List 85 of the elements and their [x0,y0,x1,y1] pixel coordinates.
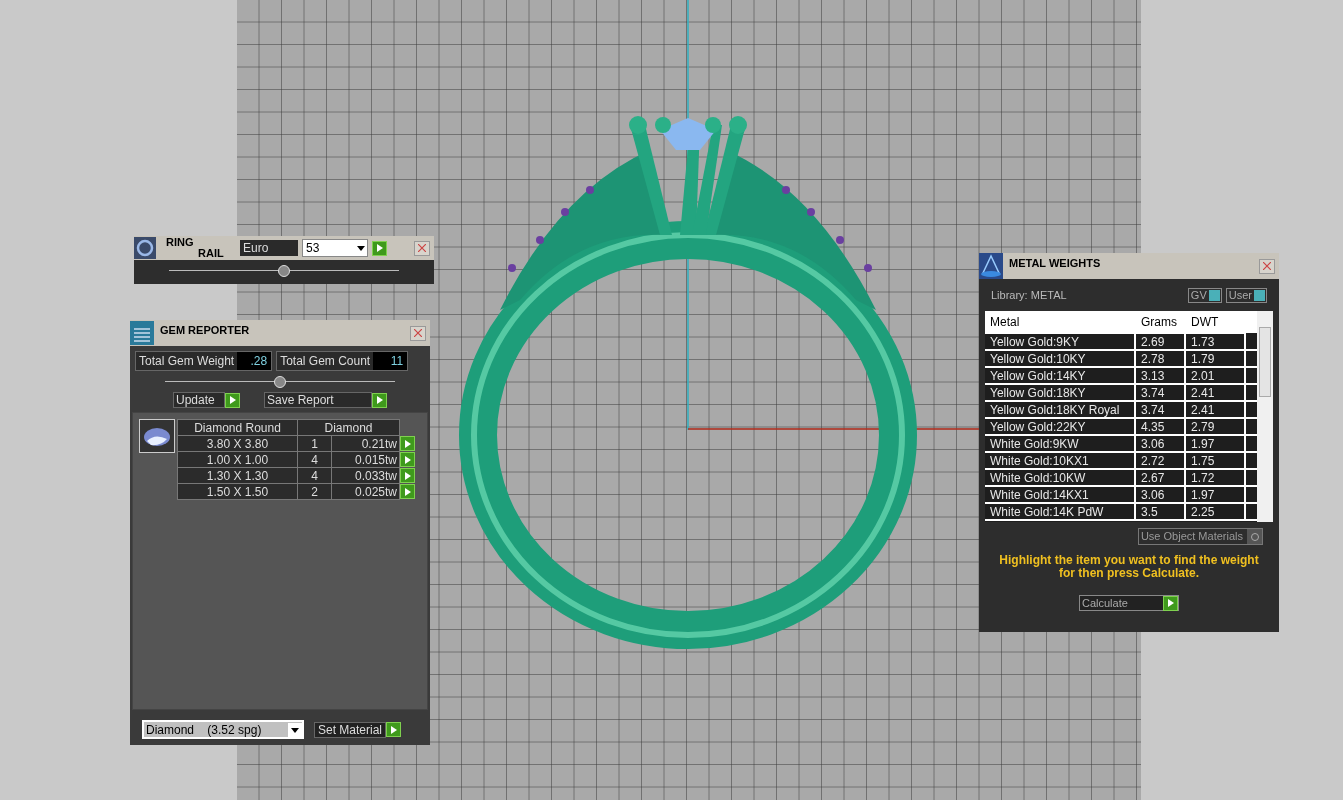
hint-text: Highlight the item you want to find the weight for then press Calculate. [998,552,1260,580]
scale-icon [979,253,1003,279]
table-cell: 4.35 [1135,418,1185,435]
column-header: Grams [1135,311,1185,333]
table-cell: 3.06 [1135,486,1185,503]
gem-icon [139,419,175,453]
table-cell: 2.69 [1135,333,1185,350]
table-cell: 3.74 [1135,401,1185,418]
table-cell: 1.97 [1185,486,1245,503]
table-cell: Yellow Gold:18KY [985,384,1135,401]
close-icon [1263,262,1271,270]
table-cell: 1.73 [1185,333,1245,350]
set-go-button[interactable] [386,722,402,737]
play-icon [376,396,383,404]
row-go-button[interactable] [400,436,415,451]
panel-title: RAIL [198,248,224,259]
library-label: Library: METAL [991,287,1068,303]
table-cell: 3.06 [1135,435,1185,452]
total-weight-value: .28 [237,352,272,370]
table-cell: 1.97 [1185,435,1245,452]
ring-icon [134,237,156,259]
table-cell: 2.67 [1135,469,1185,486]
table-cell: White Gold:10KX1 [985,452,1135,469]
table-cell: White Gold:14KX1 [985,486,1135,503]
toggle-switch[interactable]: GV [1187,287,1222,303]
standard-field[interactable]: Euro [240,240,298,256]
table-cell: 3.74 [1135,384,1185,401]
play-icon [376,244,383,252]
column-header: Diamond [297,419,400,436]
table-cell: Yellow Gold:10KY [985,350,1135,367]
set-material-button[interactable]: Set Material [314,721,387,738]
use-object-materials-toggle[interactable]: Use Object Materials [1137,528,1263,545]
close-button[interactable] [1259,258,1275,274]
total-count-value: 11 [373,352,408,370]
play-icon [1167,599,1174,607]
panel-title: GEM REPORTER [160,323,250,338]
slider-thumb[interactable] [274,376,286,388]
table-cell: 3.13 [1135,367,1185,384]
panel-title: METAL WEIGHTS [1009,256,1101,271]
row-go-button[interactable] [400,484,415,499]
save-report-button[interactable]: Save Report [264,392,372,408]
table-cell: 1.75 [1185,452,1245,469]
field-label: Total Gem Weight [138,353,236,370]
close-button[interactable] [414,240,430,256]
close-button[interactable] [410,325,426,341]
slider-track[interactable] [165,376,395,388]
column-header: Metal [985,311,1135,333]
table-cell: Yellow Gold:22KY [985,418,1135,435]
table-cell: Yellow Gold:9KY [985,333,1135,350]
table-cell: 1.72 [1185,469,1245,486]
table-cell: 2.72 [1135,452,1185,469]
table-cell: 2.41 [1185,401,1245,418]
table-cell: 1.79 [1185,350,1245,367]
table-cell: White Gold:14K PdW [985,503,1135,520]
update-go-button[interactable] [225,392,240,408]
row-go-button[interactable] [400,452,415,467]
report-icon [130,321,154,345]
table-cell: 2.79 [1185,418,1245,435]
size-dropdown[interactable]: 53 [302,239,368,257]
table-cell: White Gold:9KW [985,435,1135,452]
calculate-button[interactable]: Calculate [1079,595,1179,611]
toggle-switch[interactable]: User [1225,287,1267,303]
apply-button[interactable] [372,240,387,256]
slider-track[interactable] [169,265,399,277]
table-cell: 2.25 [1185,503,1245,520]
material-dropdown[interactable]: Diamond (3.52 spg) [142,720,304,739]
play-icon [390,725,397,734]
column-header: Diamond Round [177,419,298,436]
caret-icon [288,722,302,737]
table-cell: 3.5 [1135,503,1185,520]
table-cell: Yellow Gold:18KY Royal [985,401,1135,418]
save-go-button[interactable] [372,392,387,408]
panel-title: RING [166,237,194,248]
row-go-button[interactable] [400,468,415,483]
table-cell: 2.78 [1135,350,1185,367]
field-label: Total Gem Count [279,353,372,370]
close-icon [418,244,426,252]
scrollbar[interactable] [1257,311,1273,522]
update-button[interactable]: Update [173,392,225,408]
table-cell: Yellow Gold:14KY [985,367,1135,384]
table-cell: 2.01 [1185,367,1245,384]
table-cell: 2.41 [1185,384,1245,401]
close-icon [414,329,422,337]
slider-thumb[interactable] [278,265,290,277]
table-cell: White Gold:10KW [985,469,1135,486]
